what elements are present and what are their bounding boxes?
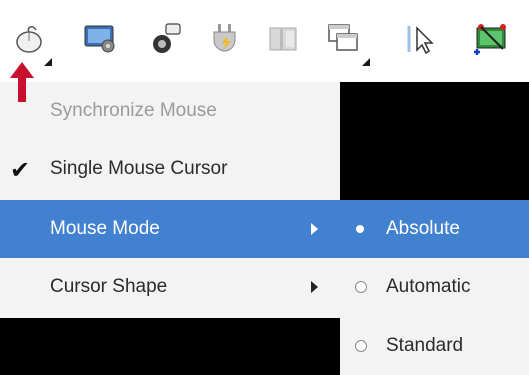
- mouse-mode-submenu: Absolute Automatic Standard: [340, 200, 529, 375]
- usb-device-icon: [153, 23, 181, 53]
- annotation-arrow-icon: [10, 62, 34, 102]
- pointer-icon: [407, 26, 434, 55]
- menu-item-label: Mouse Mode: [50, 218, 160, 239]
- mouse-menu: Synchronize Mouse ✔ Single Mouse Cursor …: [0, 82, 340, 318]
- checkmark-icon: ✔: [10, 157, 31, 184]
- remote-screen-area: [340, 82, 529, 200]
- submenu-item-label: Standard: [386, 335, 464, 356]
- dropdown-indicator: [44, 58, 52, 66]
- display-settings-button[interactable]: [78, 12, 122, 68]
- remote-screen-area: [0, 318, 340, 375]
- monitor-connect-icon: [474, 24, 506, 55]
- power-plug-icon: [213, 24, 236, 52]
- radio-unselected-icon: [355, 340, 367, 352]
- menu-item-single-mouse-cursor[interactable]: ✔ Single Mouse Cursor: [0, 140, 340, 198]
- windows-icon: [328, 24, 358, 51]
- submenu-item-label: Automatic: [386, 276, 471, 297]
- menu-item-cursor-shape[interactable]: Cursor Shape: [0, 258, 340, 316]
- radio-selected-icon: [356, 225, 364, 233]
- mouse-button[interactable]: [8, 12, 52, 68]
- menu-item-synchronize-mouse[interactable]: Synchronize Mouse: [0, 82, 340, 140]
- screen-panel-icon: [269, 27, 297, 51]
- submenu-item-label: Absolute: [386, 218, 460, 239]
- windows-button[interactable]: [322, 12, 370, 68]
- submenu-arrow-icon: [311, 281, 318, 293]
- display-settings-icon: [84, 25, 115, 53]
- monitor-connect-button[interactable]: [468, 12, 512, 68]
- toolbar: [0, 0, 529, 82]
- screen-panel-button[interactable]: [262, 12, 306, 68]
- menu-item-label: Synchronize Mouse: [50, 100, 217, 121]
- radio-unselected-icon: [355, 281, 367, 293]
- submenu-item-automatic[interactable]: Automatic: [340, 258, 529, 316]
- menu-item-label: Cursor Shape: [50, 276, 168, 297]
- usb-device-button[interactable]: [146, 12, 190, 68]
- pointer-button[interactable]: [400, 12, 444, 68]
- power-button[interactable]: [204, 12, 248, 68]
- menu-item-mouse-mode[interactable]: Mouse Mode: [0, 200, 340, 258]
- menu-item-label: Single Mouse Cursor: [50, 158, 228, 179]
- submenu-item-absolute[interactable]: Absolute: [340, 200, 529, 258]
- submenu-item-standard[interactable]: Standard: [340, 317, 529, 375]
- submenu-arrow-icon: [311, 223, 318, 235]
- dropdown-indicator: [362, 58, 370, 66]
- mouse-icon: [16, 26, 42, 53]
